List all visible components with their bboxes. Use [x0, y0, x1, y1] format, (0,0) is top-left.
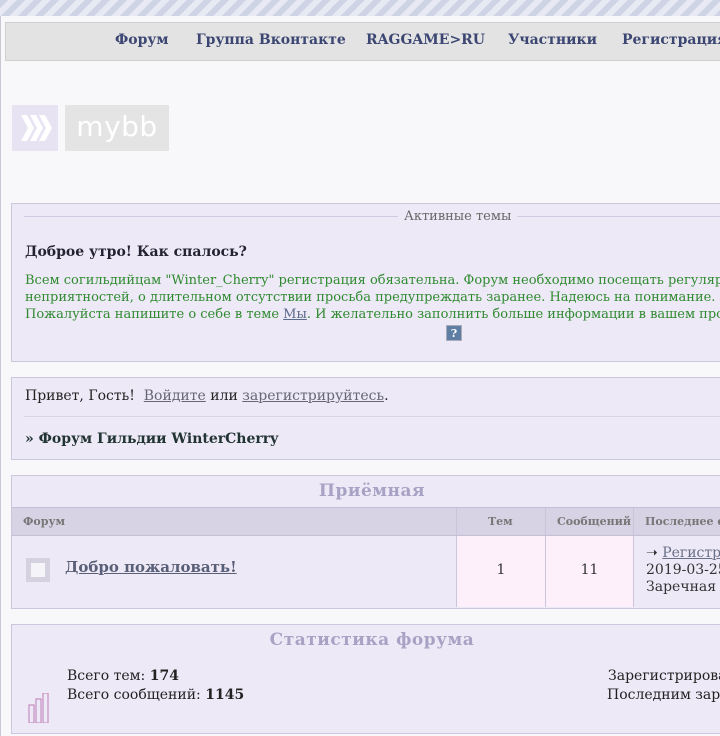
- or-text: или: [210, 388, 238, 404]
- announcement-line-3-start: Пожалуйста напишите о себе в теме: [25, 307, 284, 322]
- total-topics-value: 174: [149, 668, 179, 684]
- legend-divider: [24, 216, 720, 217]
- divider: [24, 416, 720, 417]
- last-registered-user: Последним зарег: [607, 687, 720, 703]
- last-post-info: ➝ Регистра 2019-03-25 Заречная: [646, 545, 720, 596]
- header-posts: Сообщений: [557, 515, 632, 528]
- category-title: Приёмная: [318, 481, 426, 501]
- greeting-period: .: [384, 388, 389, 404]
- nav-vk-group-link[interactable]: Группа Вконтакте: [196, 32, 346, 48]
- announcement-body: Всем согильдийцам "Winter_Cherry" регист…: [25, 272, 720, 323]
- topics-cell: 1: [457, 536, 545, 607]
- stats-box: Статистика форума Всего тем: 174 Всего с…: [11, 624, 720, 734]
- last-post-topic: ➝ Регистра: [646, 545, 720, 562]
- navbar: Форум Группа Вконтакте RAGGAME>RU Участн…: [5, 22, 720, 61]
- column-divider: [456, 536, 457, 607]
- breadcrumb[interactable]: » Форум Гильдии WinterCherry: [25, 431, 278, 447]
- column-divider: [633, 536, 634, 607]
- nav-register-link[interactable]: Регистрация: [622, 32, 720, 48]
- announcement-box: Активные темы Доброе утро! Как спалось? …: [11, 203, 720, 362]
- category-box: Приёмная Форум Тем Сообщений Последнее с…: [11, 475, 720, 609]
- top-stripe: [0, 0, 720, 17]
- total-posts: Всего сообщений: 1145: [67, 687, 244, 703]
- last-post-date: 2019-03-25: [646, 562, 720, 578]
- announcement-title: Доброе утро! Как спалось?: [25, 244, 247, 260]
- table-header: Форум Тем Сообщений Последнее с: [12, 507, 720, 537]
- stats-title: Статистика форума: [269, 630, 475, 650]
- stats-chart-icon: [28, 692, 52, 727]
- column-divider: [633, 508, 634, 535]
- column-divider: [545, 508, 546, 535]
- logo-chevrons-icon: [12, 105, 58, 151]
- total-topics: Всего тем: 174: [67, 668, 179, 684]
- forum-link-welcome[interactable]: Добро пожаловать!: [65, 558, 237, 576]
- total-posts-label: Всего сообщений:: [67, 687, 201, 703]
- total-topics-label: Всего тем:: [67, 668, 146, 684]
- announcement-line-3: Пожалуйста напишите о себе в теме Мы. И …: [25, 306, 720, 323]
- nav-raggame-link[interactable]: RAGGAME>RU: [366, 32, 485, 48]
- total-posts-value: 1145: [205, 687, 245, 703]
- nav-forum-link[interactable]: Форум: [115, 32, 169, 48]
- announcement-line-2: неприятностей, о длительном отсутствии п…: [25, 290, 720, 305]
- last-post-link[interactable]: Регистра: [662, 545, 720, 561]
- header-topics: Тем: [488, 515, 513, 528]
- header-forum: Форум: [23, 515, 66, 528]
- table-row: Добро пожаловать! 1 11 ➝ Регистра 2019-0…: [12, 536, 720, 607]
- greeting-text: Привет, Гость!: [25, 388, 135, 404]
- about-us-topic-link[interactable]: Мы: [283, 307, 307, 322]
- announcement-line-3-end: . И желательно заполнить больше информац…: [306, 307, 720, 322]
- guest-greeting: Привет, Гость! Войдите или зарегистрируй…: [25, 388, 389, 404]
- header-last-post: Последнее с: [645, 515, 720, 528]
- help-icon[interactable]: ?: [446, 325, 462, 341]
- announcement-line-1: Всем согильдийцам "Winter_Cherry" регист…: [25, 273, 720, 288]
- arrow-right-icon: ➝: [646, 545, 658, 561]
- column-divider: [545, 536, 546, 607]
- login-link[interactable]: Войдите: [144, 388, 206, 404]
- registered-users: Зарегистрирова: [608, 668, 720, 684]
- register-link[interactable]: зарегистрируйтесь: [242, 388, 384, 404]
- welcome-box: Привет, Гость! Войдите или зарегистрируй…: [11, 377, 720, 460]
- posts-count: 11: [580, 562, 599, 578]
- last-post-author: Заречная: [646, 579, 717, 595]
- announcement-legend: Активные темы: [398, 209, 518, 224]
- logo-wordmark: mybb: [65, 105, 169, 151]
- posts-cell: 11: [546, 536, 633, 607]
- nav-members-link[interactable]: Участники: [508, 32, 597, 48]
- forum-status-icon: [26, 558, 50, 582]
- topics-count: 1: [496, 562, 506, 578]
- column-divider: [456, 508, 457, 535]
